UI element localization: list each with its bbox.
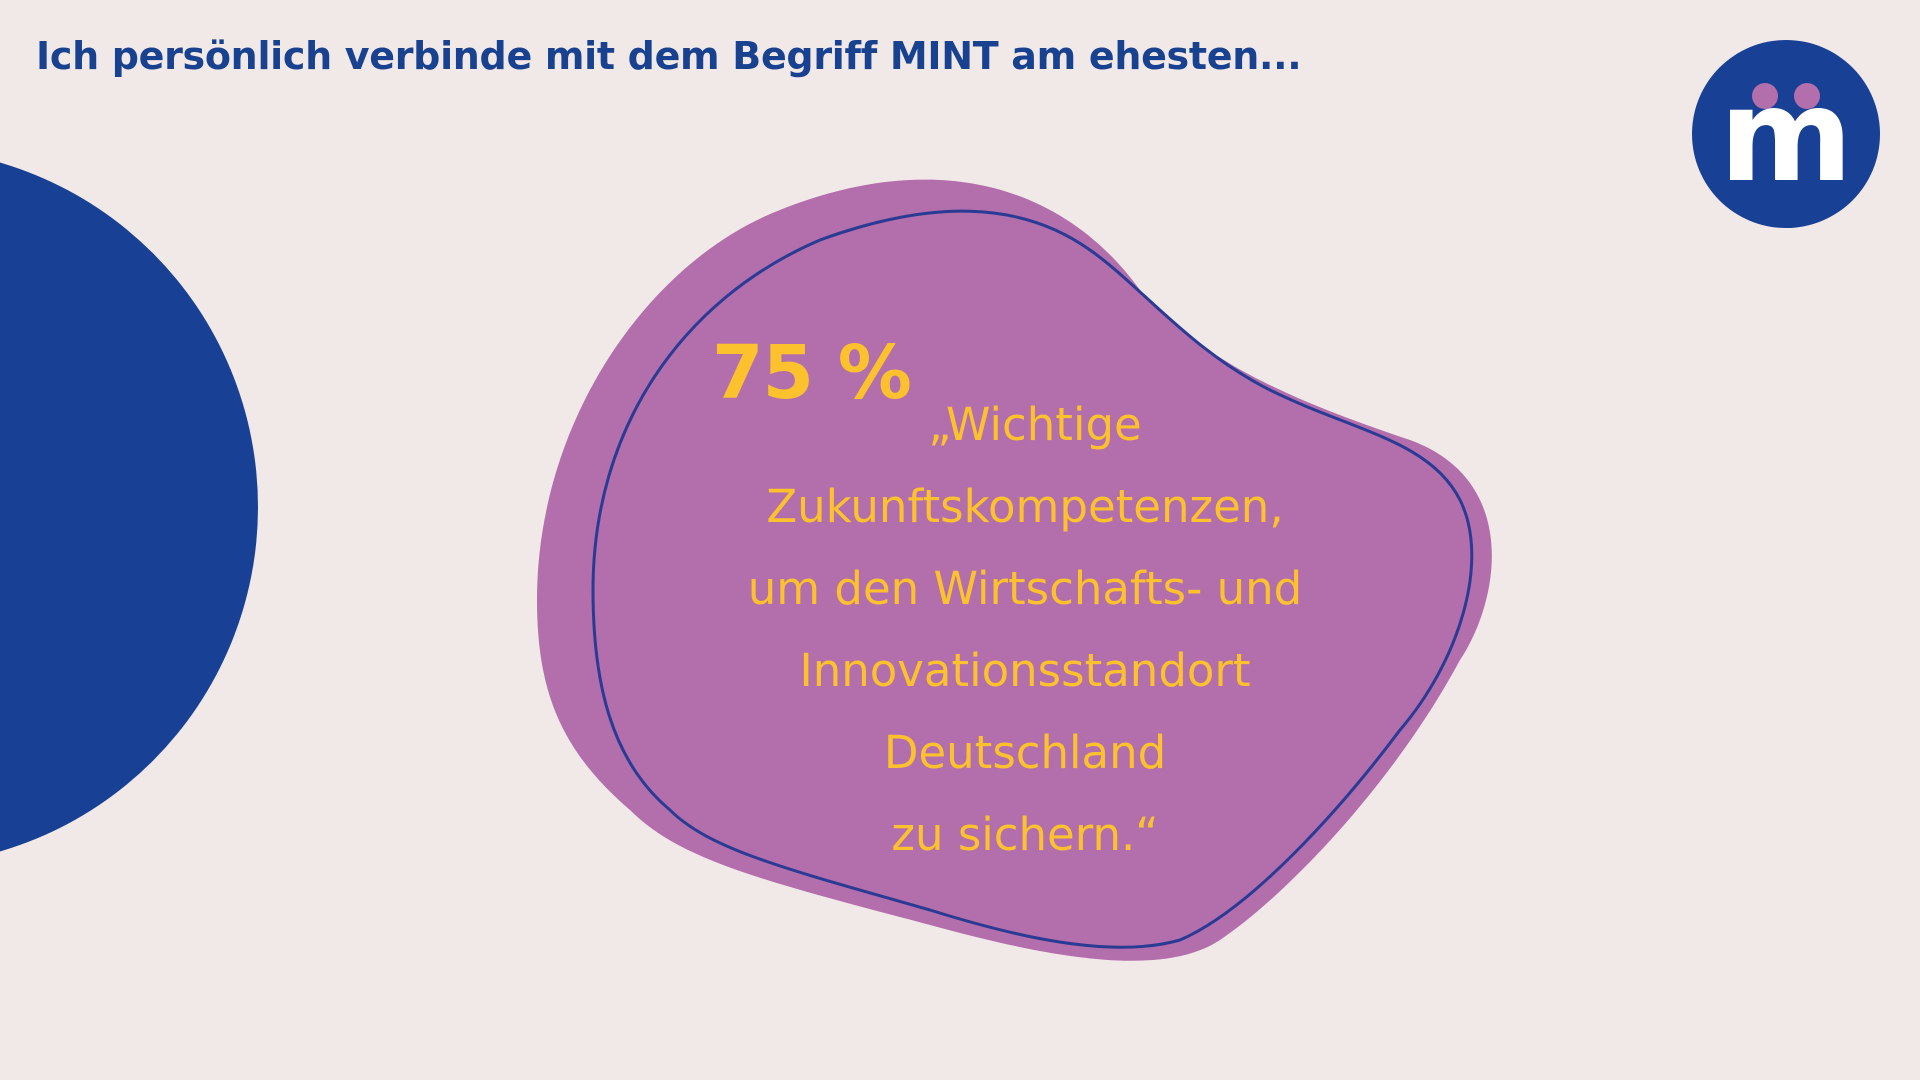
quote-line: Innovationsstandort	[799, 644, 1251, 697]
quote-line: Deutschland	[883, 726, 1167, 779]
quote-line: „Wichtige	[928, 398, 1142, 451]
quote-line: zu sichern.“	[891, 808, 1159, 861]
slide: Ich persönlich verbinde mit dem Begriff …	[0, 0, 1920, 1080]
quote-line: um den Wirtschafts- und	[747, 562, 1303, 615]
quote-text: „Wichtige Zukunftskompetenzen, um den Wi…	[700, 384, 1350, 876]
quote-line: Zukunftskompetenzen,	[766, 480, 1284, 533]
